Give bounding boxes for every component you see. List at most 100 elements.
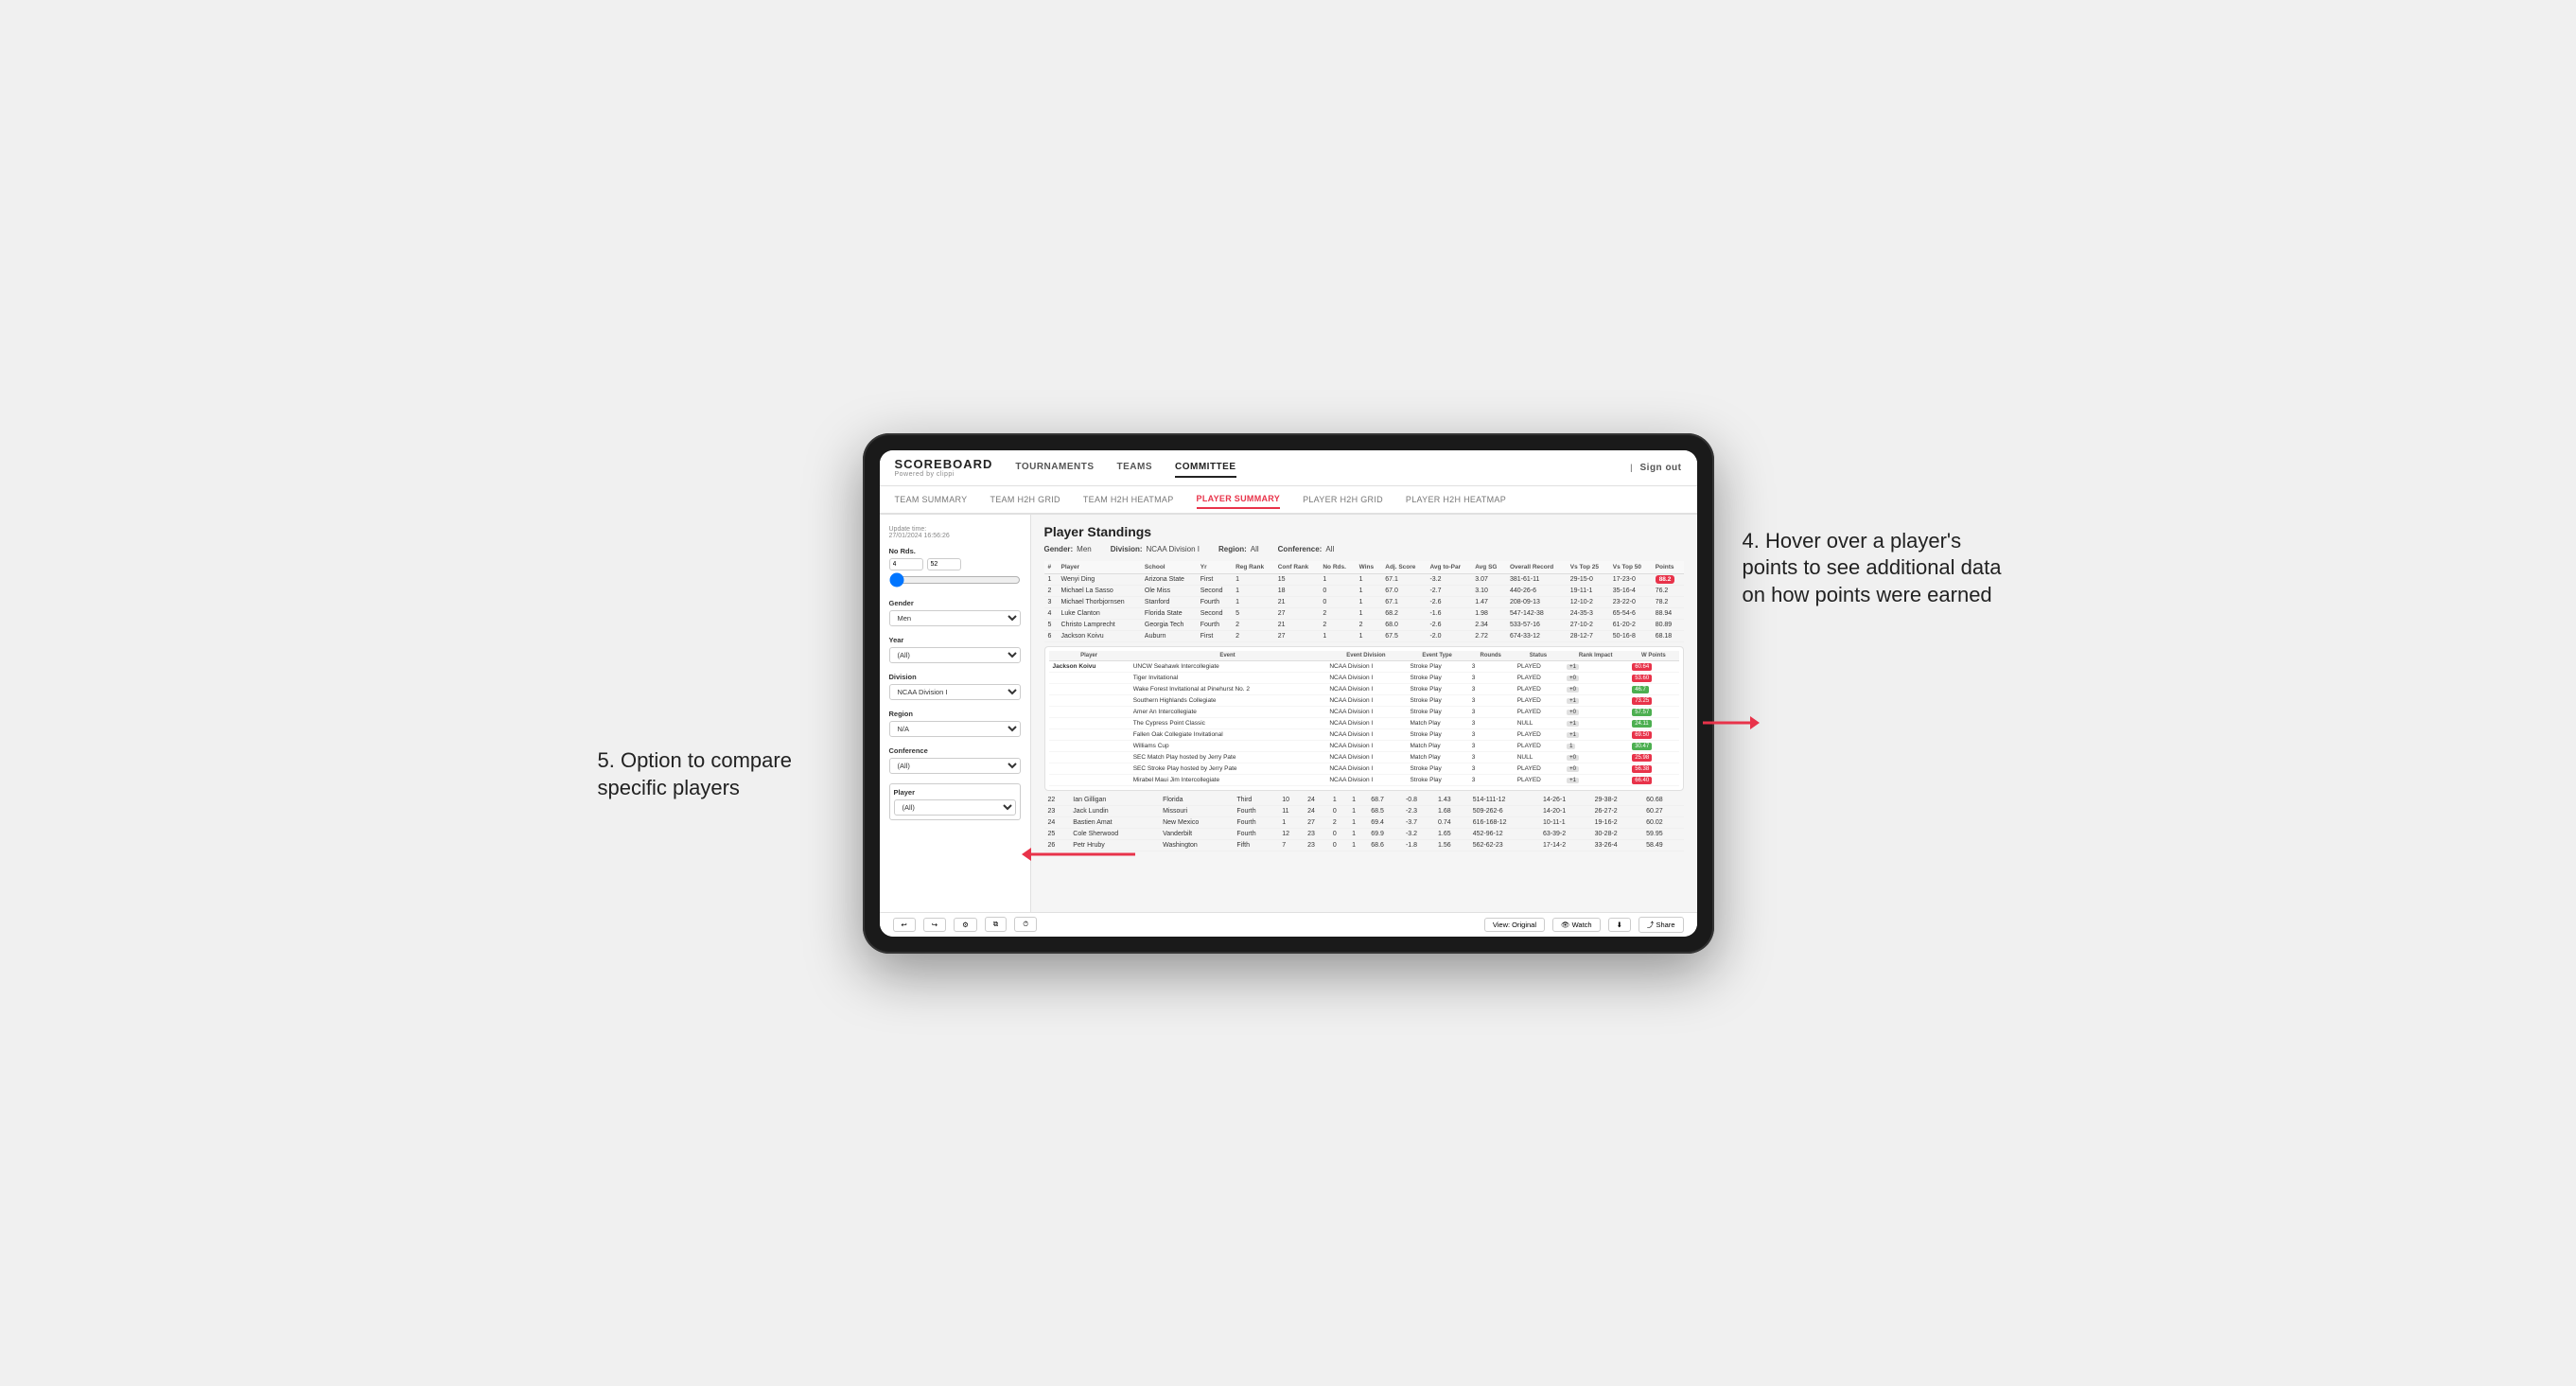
filter-gender-label: Gender: xyxy=(1044,545,1074,553)
table-row[interactable]: 3 Michael Thorbjornsen Stanford Fourth 1… xyxy=(1044,596,1684,607)
ev-cell-w-points[interactable]: 56.38 xyxy=(1628,763,1678,774)
table-row[interactable]: 4 Luke Clanton Florida State Second 5 27… xyxy=(1044,607,1684,619)
nav-committee[interactable]: COMMITTEE xyxy=(1175,458,1236,478)
cell-num: 2 xyxy=(1044,585,1058,596)
ev-cell-w-points[interactable]: 60.64 xyxy=(1628,660,1678,672)
table-row[interactable]: 6 Jackson Koivu Auburn First 2 27 1 1 67… xyxy=(1044,630,1684,641)
settings-btn[interactable]: ⚙ xyxy=(954,918,977,932)
time-btn[interactable]: ⏱ xyxy=(1014,917,1037,932)
cell-points[interactable]: 60.27 xyxy=(1642,805,1683,816)
ev-cell-rounds: 3 xyxy=(1468,694,1514,706)
table-row[interactable]: 24 Bastien Amat New Mexico Fourth 1 27 2… xyxy=(1044,816,1684,828)
cell-yr: Fourth xyxy=(1197,619,1232,630)
cell-reg-rank: 5 xyxy=(1232,607,1274,619)
cell-vs50: 65-54-6 xyxy=(1609,607,1652,619)
sub-nav-player-h2h-heatmap[interactable]: PLAYER H2H HEATMAP xyxy=(1406,491,1506,508)
ev-cell-rounds: 3 xyxy=(1468,706,1514,717)
cell-points[interactable]: 76.2 xyxy=(1652,585,1684,596)
cell-no-rds: 2 xyxy=(1319,619,1355,630)
update-time: Update time: 27/01/2024 16:56:26 xyxy=(889,526,1021,539)
cell-adj-score: 69.4 xyxy=(1367,816,1402,828)
ev-cell-rank-impact: +0 xyxy=(1563,683,1628,694)
ev-cell-w-points[interactable]: 66.40 xyxy=(1628,774,1678,785)
cell-points[interactable]: 88.2 xyxy=(1652,573,1684,585)
sub-nav-team-summary[interactable]: TEAM SUMMARY xyxy=(895,491,968,508)
sub-nav-team-h2h-heatmap[interactable]: TEAM H2H HEATMAP xyxy=(1083,491,1174,508)
ev-cell-player xyxy=(1049,694,1130,706)
table-row[interactable]: 2 Michael La Sasso Ole Miss Second 1 18 … xyxy=(1044,585,1684,596)
cell-points[interactable]: 88.94 xyxy=(1652,607,1684,619)
ev-cell-w-points[interactable]: 57.57 xyxy=(1628,706,1678,717)
ev-cell-type: Match Play xyxy=(1407,717,1468,728)
cell-school: Auburn xyxy=(1141,630,1197,641)
year-select[interactable]: (All) xyxy=(889,647,1021,663)
table-row[interactable]: 5 Christo Lamprecht Georgia Tech Fourth … xyxy=(1044,619,1684,630)
cell-points[interactable]: 68.18 xyxy=(1652,630,1684,641)
cell-vs25: 28-12-7 xyxy=(1567,630,1609,641)
table-row[interactable]: 22 Ian Gilligan Florida Third 10 24 1 1 … xyxy=(1044,795,1684,806)
no-rds-min-input[interactable] xyxy=(889,558,923,570)
table-row[interactable]: 23 Jack Lundin Missouri Fourth 11 24 0 1… xyxy=(1044,805,1684,816)
cell-to-par: -2.3 xyxy=(1402,805,1434,816)
cell-points[interactable]: 60.68 xyxy=(1642,795,1683,806)
region-label: Region xyxy=(889,710,1021,718)
ev-cell-w-points[interactable]: 25.98 xyxy=(1628,751,1678,763)
event-row: SEC Match Play hosted by Jerry Pate NCAA… xyxy=(1049,751,1679,763)
share-btn[interactable]: ⤴ Share xyxy=(1638,917,1684,933)
ev-cell-type: Stroke Play xyxy=(1407,683,1468,694)
ev-cell-w-points[interactable]: 53.60 xyxy=(1628,672,1678,683)
cell-points[interactable]: 78.2 xyxy=(1652,596,1684,607)
player-select[interactable]: (All) xyxy=(894,799,1016,816)
nav-teams[interactable]: TEAMS xyxy=(1117,458,1153,478)
cell-record: 440-26-6 xyxy=(1506,585,1567,596)
cell-avg-sg: 1.43 xyxy=(1434,795,1469,806)
ev-cell-w-points[interactable]: 24.11 xyxy=(1628,717,1678,728)
ev-cell-w-points[interactable]: 69.50 xyxy=(1628,728,1678,740)
division-select[interactable]: NCAA Division I xyxy=(889,684,1021,700)
cell-record: 381-61-11 xyxy=(1506,573,1567,585)
table-row[interactable]: 26 Petr Hruby Washington Fifth 7 23 0 1 … xyxy=(1044,839,1684,851)
conference-select[interactable]: (All) xyxy=(889,758,1021,774)
download-btn[interactable]: ⬇ xyxy=(1608,918,1631,932)
no-rds-slider[interactable] xyxy=(889,572,1021,588)
ev-cell-w-points[interactable]: 46.7 xyxy=(1628,683,1678,694)
ev-cell-division: NCAA Division I xyxy=(1325,706,1406,717)
view-original-btn[interactable]: View: Original xyxy=(1484,918,1545,932)
ev-col-player: Player xyxy=(1049,651,1130,661)
sub-nav-team-h2h-grid[interactable]: TEAM H2H GRID xyxy=(990,491,1060,508)
cell-points[interactable]: 80.89 xyxy=(1652,619,1684,630)
cell-wins: 1 xyxy=(1356,596,1382,607)
redo-btn[interactable]: ↪ xyxy=(923,918,946,932)
cell-player: Michael La Sasso xyxy=(1058,585,1141,596)
cell-player: Cole Sherwood xyxy=(1069,828,1159,839)
ev-col-event: Event xyxy=(1130,651,1326,661)
undo-btn[interactable]: ↩ xyxy=(893,918,916,932)
no-rds-max-input[interactable] xyxy=(927,558,961,570)
table-row[interactable]: 1 Wenyi Ding Arizona State First 1 15 1 … xyxy=(1044,573,1684,585)
gender-select[interactable]: Men Women xyxy=(889,610,1021,626)
ev-cell-status: PLAYED xyxy=(1514,740,1563,751)
region-select[interactable]: N/A xyxy=(889,721,1021,737)
no-rds-range xyxy=(889,558,1021,570)
copy-btn[interactable]: ⧉ xyxy=(985,917,1007,932)
sub-nav-player-summary[interactable]: PLAYER SUMMARY xyxy=(1197,490,1281,509)
sign-out-btn[interactable]: Sign out xyxy=(1640,459,1682,477)
cell-record: 208-09-13 xyxy=(1506,596,1567,607)
ev-cell-w-points[interactable]: 30.47 xyxy=(1628,740,1678,751)
nav-tournaments[interactable]: TOURNAMENTS xyxy=(1015,458,1094,478)
cell-yr: Fourth xyxy=(1233,828,1278,839)
cell-school: Arizona State xyxy=(1141,573,1197,585)
cell-num: 6 xyxy=(1044,630,1058,641)
cell-conf-rank: 24 xyxy=(1304,805,1329,816)
ev-cell-w-points[interactable]: 73.25 xyxy=(1628,694,1678,706)
cell-points[interactable]: 59.95 xyxy=(1642,828,1683,839)
ev-col-division: Event Division xyxy=(1325,651,1406,661)
table-row[interactable]: 25 Cole Sherwood Vanderbilt Fourth 12 23… xyxy=(1044,828,1684,839)
ev-cell-division: NCAA Division I xyxy=(1325,763,1406,774)
cell-no-rds: 0 xyxy=(1319,596,1355,607)
cell-points[interactable]: 58.49 xyxy=(1642,839,1683,851)
cell-points[interactable]: 60.02 xyxy=(1642,816,1683,828)
ev-cell-rank-impact: +1 xyxy=(1563,694,1628,706)
watch-btn[interactable]: 👁 Watch xyxy=(1552,918,1601,932)
sub-nav-player-h2h-grid[interactable]: PLAYER H2H GRID xyxy=(1303,491,1383,508)
